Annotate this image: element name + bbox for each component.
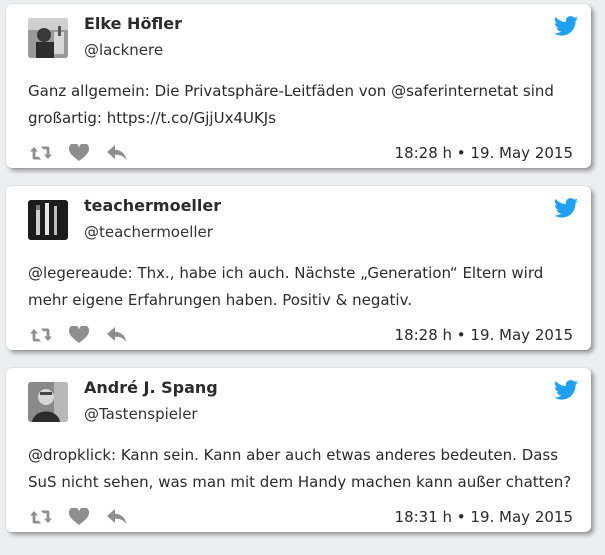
- twitter-bird-icon[interactable]: [554, 16, 578, 36]
- tweet-card: Elke Höfler @lacknere Ganz allgemein: Di…: [6, 4, 591, 168]
- twitter-bird-icon[interactable]: [554, 380, 578, 400]
- retweet-icon[interactable]: [30, 508, 52, 526]
- author-name[interactable]: Elke Höfler: [84, 14, 182, 33]
- author-name[interactable]: André J. Spang: [84, 378, 218, 397]
- like-icon[interactable]: [68, 508, 90, 526]
- author-handle[interactable]: @Tastenspieler: [84, 405, 198, 423]
- author-name[interactable]: teachermoeller: [84, 196, 221, 215]
- avatar-photo-icon: [28, 18, 68, 58]
- like-icon[interactable]: [68, 326, 90, 344]
- tweet-text: Ganz allgemein: Die Privatsphäre-Leitfäd…: [28, 82, 554, 127]
- tweet-timestamp[interactable]: 18:31 h • 19. May 2015: [395, 508, 573, 526]
- like-icon[interactable]: [68, 144, 90, 162]
- avatar-pens-icon: [28, 200, 68, 240]
- tweet-card: André J. Spang @Tastenspieler @dropklick…: [6, 368, 591, 532]
- avatar-portrait-icon: [28, 382, 68, 422]
- avatar[interactable]: [28, 382, 68, 422]
- author-handle[interactable]: @teachermoeller: [84, 223, 213, 241]
- tweet-card: teachermoeller @teachermoeller @legereau…: [6, 186, 591, 350]
- reply-icon[interactable]: [106, 144, 128, 162]
- author-handle[interactable]: @lacknere: [84, 41, 163, 59]
- tweet-actions: [30, 143, 128, 163]
- tweet-text: @legereaude: Thx., habe ich auch. Nächst…: [28, 264, 544, 309]
- tweet-feed: Elke Höfler @lacknere Ganz allgemein: Di…: [0, 0, 605, 555]
- tweet-timestamp[interactable]: 18:28 h • 19. May 2015: [395, 326, 573, 344]
- twitter-bird-icon[interactable]: [554, 198, 578, 218]
- avatar[interactable]: [28, 18, 68, 58]
- reply-icon[interactable]: [106, 326, 128, 344]
- avatar[interactable]: [28, 200, 68, 240]
- reply-icon[interactable]: [106, 508, 128, 526]
- tweet-actions: [30, 325, 128, 345]
- retweet-icon[interactable]: [30, 326, 52, 344]
- tweet-text: @dropklick: Kann sein. Kann aber auch et…: [28, 446, 572, 491]
- tweet-actions: [30, 507, 128, 527]
- tweet-timestamp[interactable]: 18:28 h • 19. May 2015: [395, 144, 573, 162]
- retweet-icon[interactable]: [30, 144, 52, 162]
